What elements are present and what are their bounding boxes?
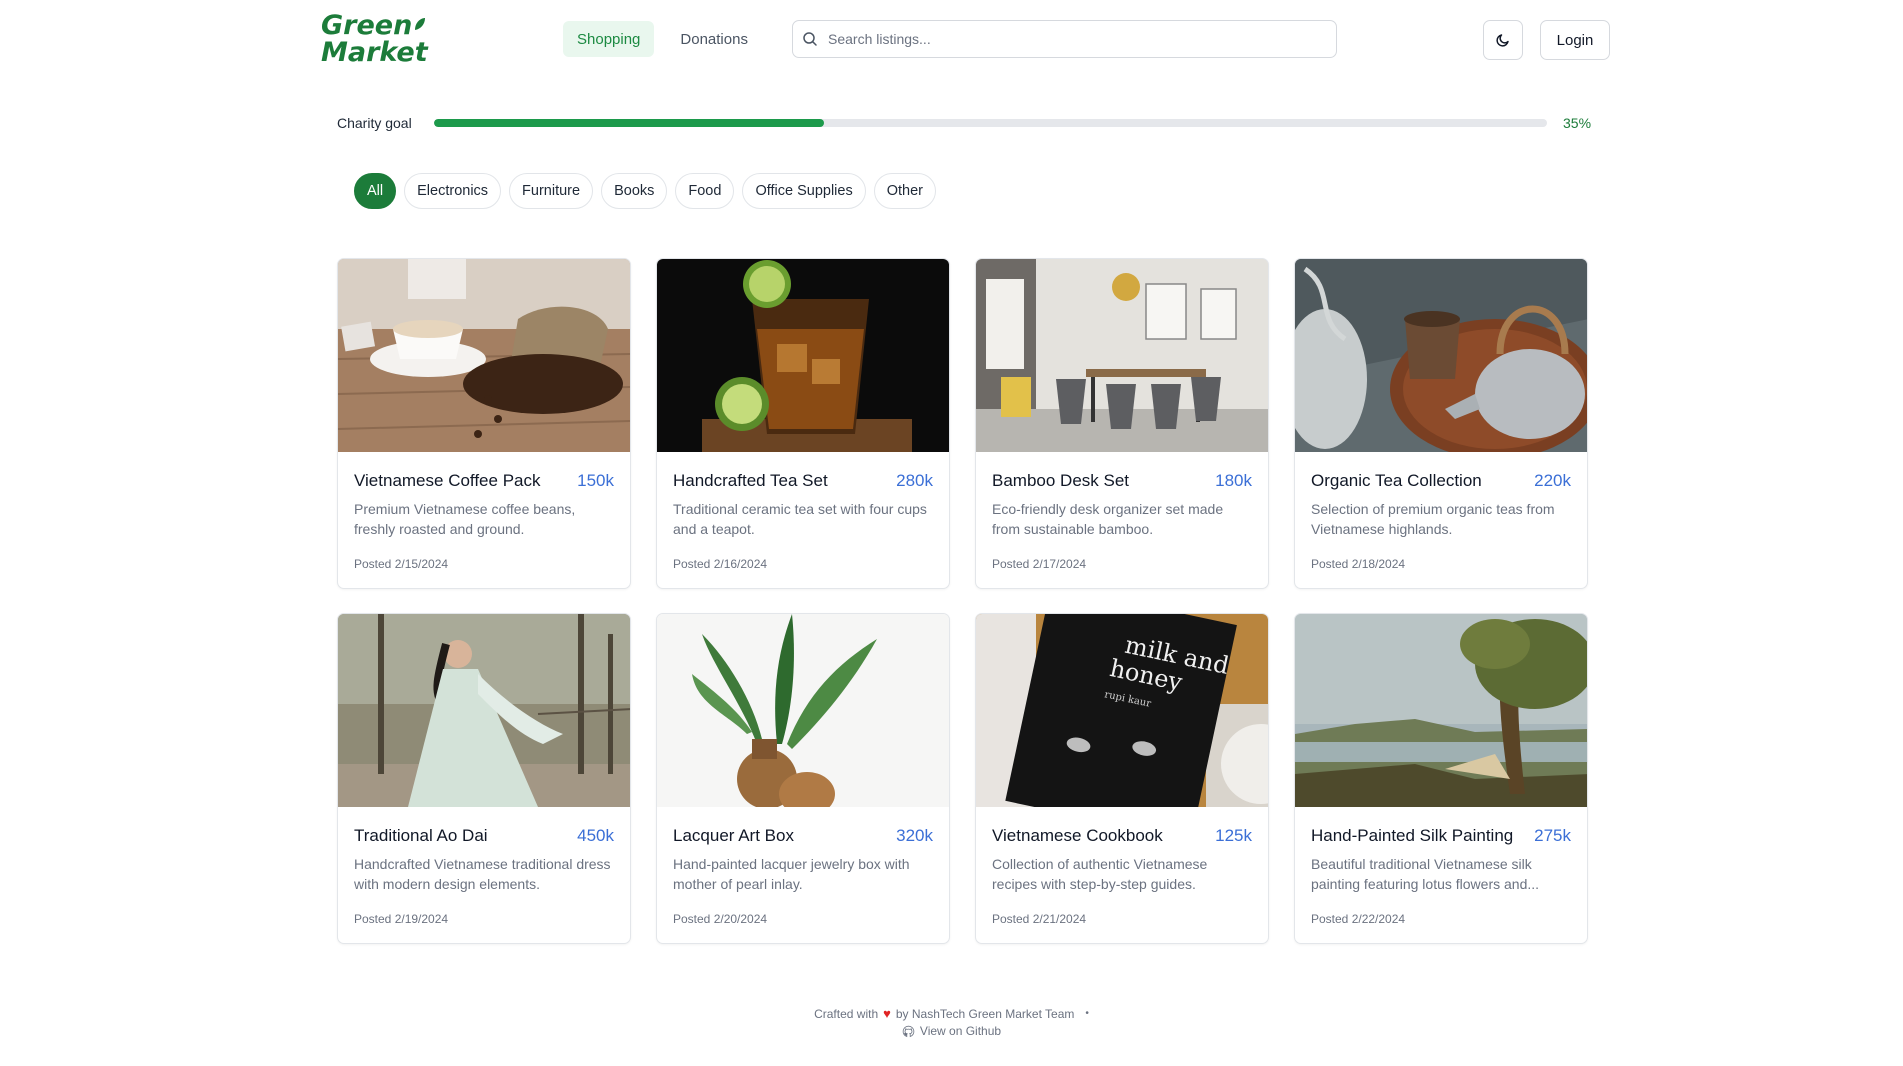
listing-card[interactable]: Bamboo Desk Set 180k Eco-friendly desk o… bbox=[975, 258, 1269, 589]
github-link-label[interactable]: View on Github bbox=[920, 1024, 1001, 1038]
listing-posted-date: Posted 2/19/2024 bbox=[354, 912, 449, 926]
nav-shopping[interactable]: Shopping bbox=[563, 21, 655, 57]
listing-title: Traditional Ao Dai bbox=[354, 826, 488, 845]
github-icon bbox=[902, 1025, 915, 1037]
listing-title: Lacquer Art Box bbox=[673, 826, 794, 845]
listing-posted-date: Posted 2/21/2024 bbox=[992, 912, 1087, 926]
github-link[interactable]: View on Github bbox=[0, 1024, 1903, 1038]
listing-card[interactable]: Vietnamese Coffee Pack 150k Premium Viet… bbox=[337, 258, 631, 589]
listing-image bbox=[657, 259, 949, 452]
listing-image bbox=[338, 614, 630, 807]
filter-food[interactable]: Food bbox=[675, 173, 735, 209]
listing-posted-date: Posted 2/17/2024 bbox=[992, 557, 1087, 571]
filter-office-supplies[interactable]: Office Supplies bbox=[742, 173, 866, 209]
charity-progress-bar bbox=[434, 119, 1547, 127]
listing-title: Vietnamese Cookbook bbox=[992, 826, 1163, 845]
login-button[interactable]: Login bbox=[1540, 20, 1610, 60]
listing-title: Vietnamese Coffee Pack bbox=[354, 471, 541, 490]
footer-crafted-prefix: Crafted with bbox=[814, 1006, 879, 1021]
listing-image bbox=[657, 614, 949, 807]
listing-title: Bamboo Desk Set bbox=[992, 471, 1130, 490]
search-input[interactable] bbox=[826, 30, 1310, 48]
listing-description: Collection of authentic Vietnamese recip… bbox=[992, 856, 1208, 892]
listing-image bbox=[338, 259, 630, 452]
filter-books[interactable]: Books bbox=[601, 173, 668, 209]
filter-other[interactable]: Other bbox=[873, 173, 936, 209]
listing-price: 180k bbox=[1215, 471, 1252, 490]
listing-card[interactable]: Handcrafted Tea Set 280k Traditional cer… bbox=[656, 258, 950, 589]
main-nav: Shopping Donations bbox=[563, 21, 762, 57]
listing-price: 220k bbox=[1534, 471, 1571, 490]
logo[interactable]: Green Market bbox=[321, 12, 431, 72]
theme-toggle-button[interactable] bbox=[1483, 20, 1523, 60]
listing-posted-date: Posted 2/15/2024 bbox=[354, 557, 449, 571]
listing-description: Selection of premium organic teas from V… bbox=[1311, 501, 1555, 537]
search-box[interactable] bbox=[792, 20, 1337, 58]
listing-image bbox=[976, 259, 1268, 452]
listing-posted-date: Posted 2/16/2024 bbox=[673, 557, 768, 571]
footer-crafted-suffix: by NashTech Green Market Team bbox=[895, 1006, 1075, 1021]
footer: Crafted with ♥ by NashTech Green Market … bbox=[0, 1006, 1903, 1038]
listing-price: 280k bbox=[896, 471, 933, 490]
listing-title: Handcrafted Tea Set bbox=[673, 471, 828, 490]
listing-title: Organic Tea Collection bbox=[1311, 471, 1482, 490]
nav-donations[interactable]: Donations bbox=[666, 21, 762, 57]
header: Green Market Shopping Donations Login bbox=[321, 0, 1610, 80]
listing-price: 450k bbox=[577, 826, 614, 845]
listing-card[interactable]: Organic Tea Collection 220k Selection of… bbox=[1294, 258, 1588, 589]
listing-description: Traditional ceramic tea set with four cu… bbox=[673, 501, 927, 537]
listing-card[interactable]: Hand-Painted Silk Painting 275k Beautifu… bbox=[1294, 613, 1588, 944]
charity-goal-label: Charity goal bbox=[337, 115, 412, 131]
listing-posted-date: Posted 2/20/2024 bbox=[673, 912, 768, 926]
listing-card[interactable]: Lacquer Art Box 320k Hand-painted lacque… bbox=[656, 613, 950, 944]
listing-description: Beautiful traditional Vietnamese silk pa… bbox=[1311, 856, 1540, 892]
charity-percent: 35% bbox=[1563, 115, 1592, 131]
listing-price: 150k bbox=[577, 471, 614, 490]
category-filters: All Electronics Furniture Books Food Off… bbox=[354, 173, 936, 209]
filter-electronics[interactable]: Electronics bbox=[404, 173, 502, 209]
logo-line2: Market bbox=[321, 37, 428, 68]
search-icon bbox=[803, 32, 817, 46]
listing-image bbox=[1295, 259, 1587, 452]
listing-description: Handcrafted Vietnamese traditional dress… bbox=[354, 856, 611, 892]
listing-price: 275k bbox=[1534, 826, 1571, 845]
moon-icon bbox=[1496, 34, 1509, 47]
listing-title: Hand-Painted Silk Painting bbox=[1311, 826, 1514, 845]
listing-price: 320k bbox=[896, 826, 933, 845]
listing-description: Premium Vietnamese coffee beans, freshly… bbox=[354, 501, 576, 537]
separator-dot: • bbox=[1085, 1008, 1089, 1019]
listing-image bbox=[1295, 614, 1587, 807]
listing-card[interactable]: Traditional Ao Dai 450k Handcrafted Viet… bbox=[337, 613, 631, 944]
leaf-icon bbox=[415, 18, 425, 30]
charity-progress-fill bbox=[434, 119, 824, 127]
listing-image: milk and honey rupi kaur bbox=[976, 614, 1268, 807]
listing-description: Hand-painted lacquer jewelry box with mo… bbox=[673, 856, 910, 892]
charity-goal: Charity goal 35% bbox=[337, 113, 1597, 133]
listing-price: 125k bbox=[1215, 826, 1252, 845]
listing-posted-date: Posted 2/22/2024 bbox=[1311, 912, 1406, 926]
filter-all[interactable]: All bbox=[354, 173, 397, 209]
listing-card[interactable]: milk and honey rupi kaur Vietnamese Cook… bbox=[975, 613, 1269, 944]
heart-icon: ♥ bbox=[883, 1006, 891, 1021]
listing-description: Eco-friendly desk organizer set made fro… bbox=[992, 501, 1224, 537]
listing-posted-date: Posted 2/18/2024 bbox=[1311, 557, 1406, 571]
filter-furniture[interactable]: Furniture bbox=[509, 173, 594, 209]
